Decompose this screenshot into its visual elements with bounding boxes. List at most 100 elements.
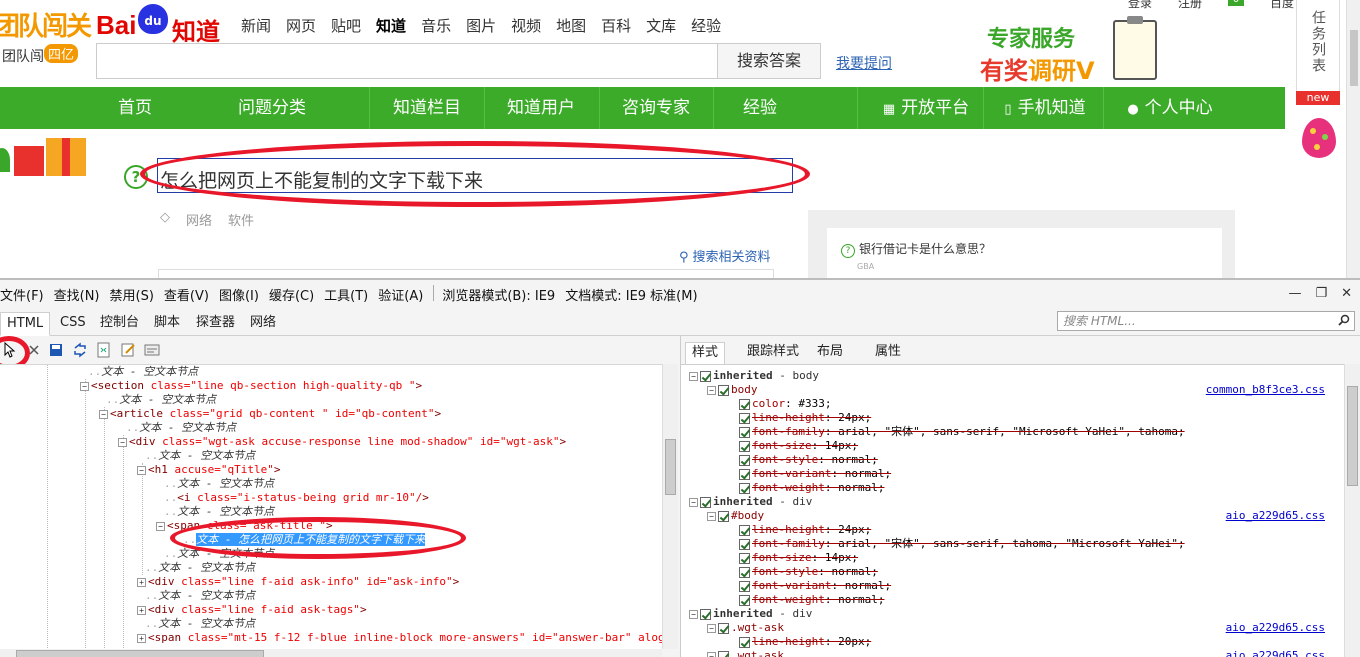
checkbox[interactable] [739,440,750,452]
nav-jingyan[interactable]: 经验 [723,87,797,129]
collapse-icon[interactable]: − [707,512,716,521]
nav-news[interactable]: 新闻 [241,15,271,36]
ask-question-link[interactable]: 我要提问 [836,53,892,73]
checkbox[interactable] [700,496,711,508]
nav-profile[interactable]: ● 个人中心 [1120,87,1220,129]
checkbox[interactable] [718,384,729,396]
styles-scrollbar[interactable] [1344,364,1360,657]
tree-node-div-ask-info[interactable]: + <div class="line f-aid ask-info" id="as… [137,575,459,589]
menu-tools[interactable]: 工具(T) [324,285,368,304]
css-property[interactable]: color: #333; [739,397,831,411]
menu-disable[interactable]: 禁用(S) [110,285,154,304]
checkbox[interactable] [739,454,750,466]
save-icon[interactable] [48,342,64,358]
checkbox[interactable] [739,524,750,536]
nav-users[interactable]: 知道用户 [494,87,588,129]
menu-find[interactable]: 查找(N) [54,285,100,304]
rule-wgt-ask[interactable]: − .wgt-ask [707,649,784,657]
checkbox[interactable] [739,398,750,410]
checkbox[interactable] [739,566,750,578]
css-property[interactable]: font-weight: normal; [739,481,884,495]
nav-images[interactable]: 图片 [466,15,496,36]
tree-node-span-answer-bar[interactable]: + <span class="mt-15 f-12 f-blue inline-b… [137,631,662,645]
checkbox[interactable] [739,468,750,480]
css-property[interactable]: line-height: 20px; [739,635,871,649]
nav-baike[interactable]: 百科 [601,15,631,36]
tab-html[interactable]: HTML [0,312,51,336]
css-property[interactable]: font-size: 14px; [739,551,858,565]
baidu-link[interactable]: 百度 [1270,0,1294,11]
dom-icon[interactable] [96,342,112,358]
css-property[interactable]: font-style: normal; [739,565,878,579]
tab-styles[interactable]: 样式 [685,342,726,364]
checkbox[interactable] [718,650,729,657]
checkbox[interactable] [739,538,750,550]
css-property[interactable]: font-size: 14px; [739,439,858,453]
tree-node-section[interactable]: − <section class="line qb-section high-qu… [80,379,422,393]
checkbox[interactable] [739,412,750,424]
collapse-icon[interactable]: − [707,624,716,633]
page-scrollbar[interactable] [1346,0,1360,278]
tree-node-text[interactable]: ..文本 - 空文本节点 [106,393,216,407]
collapse-icon[interactable]: − [137,465,146,475]
nav-home[interactable]: 首页 [100,87,170,129]
tree-hscrollbar[interactable] [0,649,662,657]
css-property[interactable]: font-variant: normal; [739,467,891,481]
collapse-icon[interactable]: − [80,381,89,391]
checkbox[interactable] [739,482,750,494]
tree-node-text[interactable]: ..文本 - 空文本节点 [145,561,255,575]
collapse-icon[interactable]: − [689,498,698,507]
restore-icon[interactable]: ❐ [1315,286,1327,301]
search-icon[interactable] [1338,314,1350,326]
rule-hash-body[interactable]: − #body [707,509,764,523]
rule-wgt-ask[interactable]: − .wgt-ask [707,621,784,635]
menu-images[interactable]: 图像(I) [219,285,259,304]
tab-network[interactable]: 网络 [244,312,282,336]
search-answer-button[interactable]: 搜索答案 [717,43,821,79]
checkbox[interactable] [739,580,750,592]
tab-console[interactable]: 控制台 [94,312,145,336]
nav-mobile[interactable]: ▯ 手机知道 [999,87,1091,129]
search-related-link[interactable]: ⚲ 搜索相关资料 [679,246,771,265]
tab-profiler[interactable]: 探查器 [190,312,241,336]
checkbox[interactable] [700,608,711,620]
collapse-icon[interactable]: − [118,437,127,447]
tab-script[interactable]: 脚本 [148,312,186,336]
styles-scroll-thumb[interactable] [1347,386,1358,486]
source-link[interactable]: aio_a229d65.css [1226,621,1325,634]
checkbox[interactable] [739,552,750,564]
source-link[interactable]: aio_a229d65.css [1226,649,1325,657]
tree-node-text[interactable]: ..文本 - 空文本节点 [145,589,255,603]
easter-egg-icon[interactable] [1302,118,1336,158]
nav-map[interactable]: 地图 [556,15,586,36]
html-search-input[interactable]: 搜索 HTML... [1057,311,1355,331]
css-property[interactable]: font-family: arial, "宋体", sans-serif, ta… [739,537,1185,551]
refresh-icon[interactable] [72,342,88,358]
tree-hscroll-thumb[interactable] [16,650,264,657]
menu-cache[interactable]: 缓存(C) [269,285,314,304]
nav-open-platform[interactable]: ▦ 开放平台 [876,87,976,129]
tree-node-text[interactable]: ..文本 - 空文本节点 [126,421,236,435]
collapse-icon[interactable]: − [707,386,716,395]
nav-music[interactable]: 音乐 [421,15,451,36]
collapse-icon[interactable]: − [99,409,108,419]
tab-css[interactable]: CSS [54,312,92,336]
menu-browser-mode[interactable]: 浏览器模式(B): IE9 [442,285,555,304]
tree-node-h1[interactable]: − <h1 accuse="qTitle"> [137,463,280,477]
search-input[interactable] [96,43,718,79]
nav-tieba[interactable]: 贴吧 [331,15,361,36]
collapse-icon[interactable]: − [689,610,698,619]
expand-icon[interactable]: + [137,605,146,615]
tree-node-text[interactable]: ..文本 - 空文本节点 [145,617,255,631]
rule-group-inherited-body[interactable]: − inherited - body [689,369,819,383]
register-link[interactable]: 注册 [1178,0,1202,11]
nav-zhidao[interactable]: 知道 [376,15,406,36]
tree-node-text[interactable]: ..文本 - 空文本节点 [164,505,274,519]
menu-view[interactable]: 查看(V) [164,285,209,304]
collapse-icon[interactable]: − [689,372,698,381]
nav-columns[interactable]: 知道栏目 [380,87,474,129]
related-question[interactable]: 银行借记卡是什么意思？ [841,240,991,258]
nav-experts[interactable]: 咨询专家 [609,87,703,129]
nav-web[interactable]: 网页 [286,15,316,36]
rule-group-inherited-div[interactable]: − inherited - div [689,495,812,509]
